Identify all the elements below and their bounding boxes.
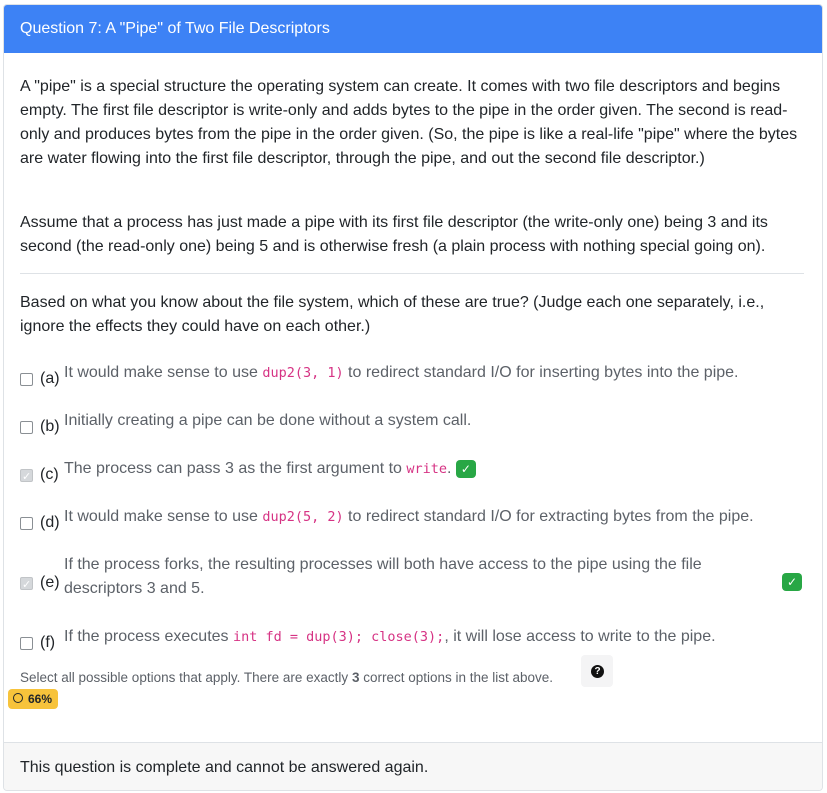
option-a-letter: (a) <box>40 370 60 387</box>
help-button[interactable]: ? <box>581 655 613 687</box>
option-b-letter: (b) <box>40 418 60 435</box>
correct-check-icon: ✓ <box>455 459 476 478</box>
option-f-checkbox[interactable] <box>20 637 33 650</box>
option-e-letter: (e) <box>40 574 60 591</box>
correct-check-icon: ✓ <box>782 573 802 591</box>
option-c-code: write <box>406 461 448 477</box>
question-prompt: Based on what you know about the file sy… <box>20 294 765 335</box>
option-a-code: dup2(3, 1) <box>262 365 344 381</box>
intro-paragraph-2: Assume that a process has just made a pi… <box>20 214 768 255</box>
option-b-text: Initially creating a pipe can be done wi… <box>64 412 472 429</box>
circle-icon <box>13 693 23 703</box>
option-c: (c) The process can pass 3 as the first … <box>20 457 810 491</box>
option-e-text: If the process forks, the resulting proc… <box>64 556 702 597</box>
option-d-letter: (d) <box>40 514 60 531</box>
option-b-checkbox[interactable] <box>20 421 33 434</box>
option-c-letter: (c) <box>40 466 59 483</box>
option-d-text: It would make sense to use dup2(5, 2) to… <box>64 508 754 525</box>
score-badge: 66% <box>8 689 59 709</box>
footer-text: This question is complete and cannot be … <box>20 758 429 776</box>
help-text: Select all possible options that apply. … <box>20 670 554 685</box>
option-a-checkbox[interactable] <box>20 373 33 386</box>
divider <box>20 273 804 274</box>
option-d-code: dup2(5, 2) <box>262 509 344 525</box>
option-a: (a) It would make sense to use dup2(3, 1… <box>20 361 810 395</box>
score-label: 66% <box>28 692 53 706</box>
question-title: Question 7: A "Pipe" of Two File Descrip… <box>20 20 330 37</box>
question-mark-icon: ? <box>591 665 604 678</box>
option-b: (b) Initially creating a pipe can be don… <box>20 409 810 443</box>
option-f-code: int fd = dup(3); close(3); <box>232 629 445 645</box>
option-e: (e) If the process forks, the resulting … <box>20 553 810 605</box>
option-c-text: The process can pass 3 as the first argu… <box>64 457 476 481</box>
option-d: (d) It would make sense to use dup2(5, 2… <box>20 505 810 539</box>
intro-paragraph-1: A "pipe" is a special structure the oper… <box>20 78 798 167</box>
question-header: Question 7: A "Pipe" of Two File Descrip… <box>4 5 822 53</box>
option-e-checkbox[interactable] <box>20 573 33 597</box>
question-footer: This question is complete and cannot be … <box>4 742 822 790</box>
option-f-text: If the process executes int fd = dup(3);… <box>64 628 716 645</box>
option-c-checkbox[interactable] <box>20 465 33 489</box>
option-d-checkbox[interactable] <box>20 517 33 530</box>
option-a-text: It would make sense to use dup2(3, 1) to… <box>64 364 739 381</box>
option-f: (f) If the process executes int fd = dup… <box>20 625 810 659</box>
option-f-letter: (f) <box>40 634 56 651</box>
question-card: Question 7: A "Pipe" of Two File Descrip… <box>3 4 823 791</box>
